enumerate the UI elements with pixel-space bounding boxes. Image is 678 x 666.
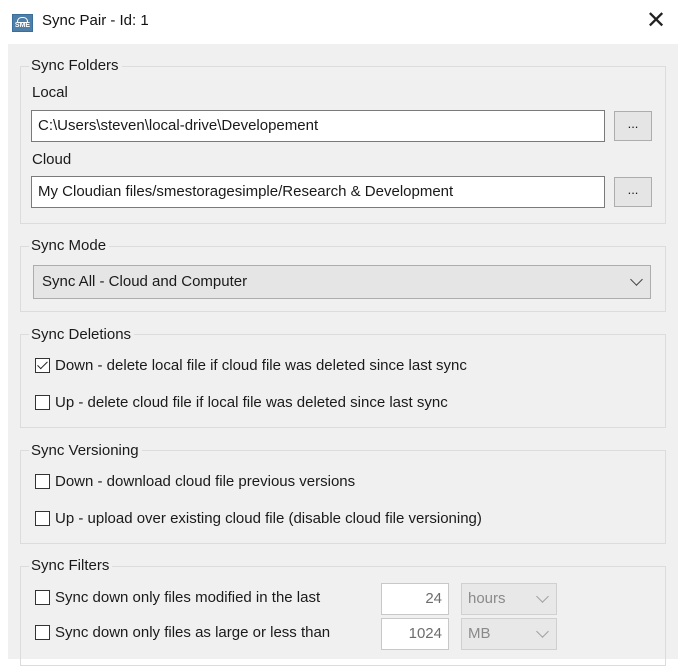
versioning-down-label: Down - download cloud file previous vers… (55, 473, 356, 490)
size-value-input[interactable]: 1024 (381, 618, 449, 650)
sync-folders-legend: Sync Folders (29, 57, 122, 74)
deletions-down-checkbox[interactable]: Down - delete local file if cloud file w… (35, 357, 467, 374)
modified-value-input[interactable]: 24 (381, 583, 449, 615)
versioning-up-checkbox[interactable]: Up - upload over existing cloud file (di… (35, 510, 482, 527)
checkbox-icon (35, 625, 50, 640)
local-browse-button[interactable]: ... (614, 111, 652, 141)
close-button[interactable]: ✕ (640, 8, 672, 36)
versioning-up-label: Up - upload over existing cloud file (di… (55, 510, 482, 527)
checkbox-icon (35, 511, 50, 526)
title-bar: SME Sync Pair - Id: 1 ✕ (0, 0, 678, 44)
chevron-down-icon (630, 273, 643, 286)
sync-deletions-legend: Sync Deletions (29, 326, 135, 343)
sync-filters-legend: Sync Filters (29, 557, 113, 574)
cloud-label: Cloud (32, 151, 72, 168)
sync-mode-legend: Sync Mode (29, 237, 110, 254)
dialog-client-area: Sync Folders Local C:\Users\steven\local… (8, 44, 678, 666)
checkbox-icon (35, 395, 50, 410)
cloud-icon (17, 17, 28, 23)
app-icon: SME (12, 14, 33, 32)
chevron-down-icon (536, 625, 549, 638)
deletions-down-label: Down - delete local file if cloud file w… (55, 357, 467, 374)
sync-deletions-group (20, 334, 666, 428)
modified-unit-value: hours (468, 590, 506, 607)
cloud-browse-button[interactable]: ... (614, 177, 652, 207)
sync-mode-select[interactable]: Sync All - Cloud and Computer (33, 265, 651, 299)
size-unit-value: MB (468, 625, 491, 642)
sync-versioning-legend: Sync Versioning (29, 442, 142, 459)
cloud-path-input[interactable]: My Cloudian files/smestoragesimple/Resea… (31, 176, 605, 208)
local-label: Local (32, 84, 68, 101)
window-title: Sync Pair - Id: 1 (42, 12, 149, 29)
checkbox-icon (35, 474, 50, 489)
versioning-down-checkbox[interactable]: Down - download cloud file previous vers… (35, 473, 355, 490)
modified-unit-select[interactable]: hours (461, 583, 557, 615)
sync-versioning-group (20, 450, 666, 544)
sync-mode-selected: Sync All - Cloud and Computer (42, 273, 248, 290)
size-unit-select[interactable]: MB (461, 618, 557, 650)
deletions-up-label: Up - delete cloud file if local file was… (55, 394, 448, 411)
filter-modified-checkbox[interactable]: Sync down only files modified in the las… (35, 589, 320, 606)
deletions-up-checkbox[interactable]: Up - delete cloud file if local file was… (35, 394, 448, 411)
filter-size-checkbox[interactable]: Sync down only files as large or less th… (35, 624, 330, 641)
checkbox-icon (35, 590, 50, 605)
local-path-input[interactable]: C:\Users\steven\local-drive\Developement (31, 110, 605, 142)
checkbox-checked-icon (35, 358, 50, 373)
filter-modified-label: Sync down only files modified in the las… (55, 589, 321, 606)
filter-size-label: Sync down only files as large or less th… (55, 624, 331, 641)
chevron-down-icon (536, 590, 549, 603)
sync-filters-group (20, 566, 666, 666)
